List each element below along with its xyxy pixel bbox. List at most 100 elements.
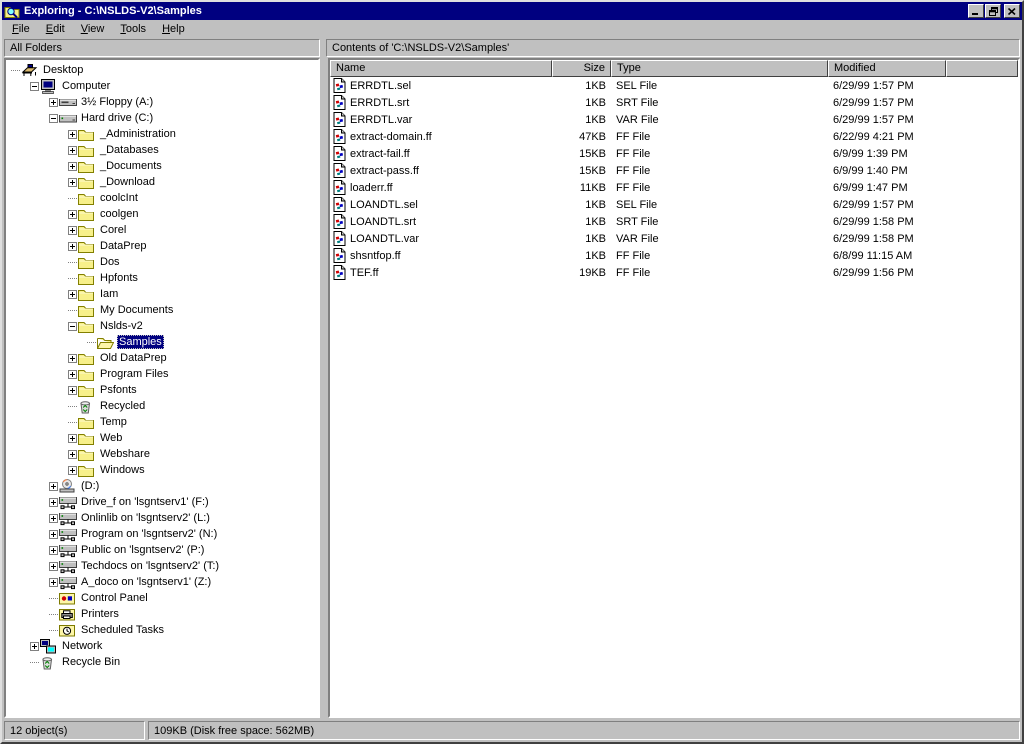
- file-row[interactable]: extract-pass.ff 15KB FF File 6/9/99 1:40 PM: [330, 162, 1018, 179]
- file-row[interactable]: extract-domain.ff 47KB FF File 6/22/99 4:21…: [330, 128, 1018, 145]
- menu-item-file[interactable]: File: [4, 21, 38, 38]
- expand-toggle[interactable]: [66, 129, 78, 139]
- tree-item[interactable]: _Databases: [6, 142, 318, 158]
- expand-toggle[interactable]: [28, 81, 40, 91]
- tree-item[interactable]: Control Panel: [6, 590, 318, 606]
- tree-item[interactable]: (D:): [6, 478, 318, 494]
- folder-icon: [78, 464, 98, 477]
- column-header-name[interactable]: Name: [330, 60, 552, 77]
- expand-toggle[interactable]: [66, 241, 78, 251]
- file-row[interactable]: LOANDTL.srt 1KB SRT File 6/29/99 1:58 PM: [330, 213, 1018, 230]
- expand-toggle[interactable]: [47, 113, 59, 123]
- tree-item[interactable]: My Documents: [6, 302, 318, 318]
- file-size: 11KB: [579, 181, 606, 194]
- tree-item[interactable]: Program on 'lsgntserv2' (N:): [6, 526, 318, 542]
- expand-toggle[interactable]: [66, 145, 78, 155]
- tree-item[interactable]: Recycled: [6, 398, 318, 414]
- tree-item[interactable]: Old DataPrep: [6, 350, 318, 366]
- expand-toggle[interactable]: [66, 369, 78, 379]
- tree-item[interactable]: Program Files: [6, 366, 318, 382]
- expand-toggle[interactable]: [47, 513, 59, 523]
- tree-item[interactable]: Samples: [6, 334, 318, 350]
- file-row[interactable]: TEF.ff 19KB FF File 6/29/99 1:56 PM: [330, 264, 1018, 281]
- expand-toggle[interactable]: [47, 497, 59, 507]
- expand-toggle[interactable]: [66, 177, 78, 187]
- tree-item[interactable]: Dos: [6, 254, 318, 270]
- tree-item[interactable]: coolgen: [6, 206, 318, 222]
- tree-item[interactable]: Psfonts: [6, 382, 318, 398]
- expand-toggle[interactable]: [47, 545, 59, 555]
- expand-toggle[interactable]: [66, 449, 78, 459]
- tree-item[interactable]: Printers: [6, 606, 318, 622]
- file-row[interactable]: loaderr.ff 11KB FF File 6/9/99 1:47 PM: [330, 179, 1018, 196]
- expand-toggle[interactable]: [47, 529, 59, 539]
- tree-item[interactable]: A_doco on 'lsgntserv1' (Z:): [6, 574, 318, 590]
- expand-toggle[interactable]: [66, 465, 78, 475]
- title-bar[interactable]: Exploring - C:\NSLDS-V2\Samples: [2, 2, 1022, 20]
- tree-item[interactable]: Drive_f on 'lsgntserv1' (F:): [6, 494, 318, 510]
- tree-item[interactable]: Windows: [6, 462, 318, 478]
- tree-item[interactable]: Nslds-v2: [6, 318, 318, 334]
- tree-item[interactable]: Desktop: [6, 62, 318, 78]
- tree-item[interactable]: Techdocs on 'lsgntserv2' (T:): [6, 558, 318, 574]
- column-header-modified[interactable]: Modified: [828, 60, 946, 77]
- file-row[interactable]: ERRDTL.var 1KB VAR File 6/29/99 1:57 PM: [330, 111, 1018, 128]
- expand-toggle[interactable]: [66, 225, 78, 235]
- menu-item-edit[interactable]: Edit: [38, 21, 73, 38]
- file-row[interactable]: extract-fail.ff 15KB FF File 6/9/99 1:39 PM: [330, 145, 1018, 162]
- expand-toggle[interactable]: [66, 385, 78, 395]
- expand-toggle[interactable]: [66, 209, 78, 219]
- tree-item[interactable]: Webshare: [6, 446, 318, 462]
- tree-item[interactable]: Hard drive (C:): [6, 110, 318, 126]
- tree-item[interactable]: Computer: [6, 78, 318, 94]
- file-row[interactable]: shsntfop.ff 1KB FF File 6/8/99 11:15 AM: [330, 247, 1018, 264]
- tree-item[interactable]: Corel: [6, 222, 318, 238]
- column-header-type[interactable]: Type: [611, 60, 828, 77]
- expand-toggle[interactable]: [66, 321, 78, 331]
- folder-tree[interactable]: Desktop Computer 3½ Floppy (A:) Hard drive …: [4, 58, 320, 718]
- tree-item[interactable]: Public on 'lsgntserv2' (P:): [6, 542, 318, 558]
- tree-item[interactable]: Recycle Bin: [6, 654, 318, 670]
- menu-item-tools[interactable]: Tools: [112, 21, 154, 38]
- file-row[interactable]: LOANDTL.sel 1KB SEL File 6/29/99 1:57 PM: [330, 196, 1018, 213]
- tree-item[interactable]: Web: [6, 430, 318, 446]
- expand-toggle[interactable]: [66, 353, 78, 363]
- tree-item-label: coolgen: [100, 208, 139, 220]
- restore-button[interactable]: [985, 4, 1001, 18]
- tree-connector: [66, 405, 78, 407]
- file-list[interactable]: Name Size Type Modified ERRDTL.sel 1KB SEL Fi…: [328, 58, 1020, 718]
- tree-item[interactable]: coolcInt: [6, 190, 318, 206]
- menu-item-help[interactable]: Help: [154, 21, 193, 38]
- pane-splitter[interactable]: [320, 58, 328, 718]
- expand-toggle[interactable]: [28, 641, 40, 651]
- expand-toggle[interactable]: [66, 433, 78, 443]
- expand-toggle[interactable]: [66, 289, 78, 299]
- tree-item[interactable]: Network: [6, 638, 318, 654]
- tree-item[interactable]: Scheduled Tasks: [6, 622, 318, 638]
- file-row[interactable]: ERRDTL.srt 1KB SRT File 6/29/99 1:57 PM: [330, 94, 1018, 111]
- minimize-button[interactable]: [968, 4, 984, 18]
- tree-item[interactable]: Onlinlib on 'lsgntserv2' (L:): [6, 510, 318, 526]
- recyclebin-icon: [40, 655, 60, 670]
- file-row[interactable]: LOANDTL.var 1KB VAR File 6/29/99 1:58 PM: [330, 230, 1018, 247]
- tree-item[interactable]: Temp: [6, 414, 318, 430]
- tree-item[interactable]: Iam: [6, 286, 318, 302]
- tree-item[interactable]: DataPrep: [6, 238, 318, 254]
- tree-item[interactable]: _Download: [6, 174, 318, 190]
- close-button[interactable]: [1004, 4, 1020, 18]
- menu-item-view[interactable]: View: [73, 21, 113, 38]
- expand-toggle[interactable]: [47, 561, 59, 571]
- column-header-size[interactable]: Size: [552, 60, 611, 77]
- expand-toggle[interactable]: [47, 577, 59, 587]
- tree-item[interactable]: _Documents: [6, 158, 318, 174]
- file-row[interactable]: ERRDTL.sel 1KB SEL File 6/29/99 1:57 PM: [330, 77, 1018, 94]
- tree-item[interactable]: 3½ Floppy (A:): [6, 94, 318, 110]
- folder-icon: [78, 256, 98, 269]
- tree-item[interactable]: Hpfonts: [6, 270, 318, 286]
- tree-item[interactable]: _Administration: [6, 126, 318, 142]
- expand-toggle[interactable]: [66, 161, 78, 171]
- expand-toggle[interactable]: [47, 481, 59, 491]
- expand-toggle[interactable]: [47, 97, 59, 107]
